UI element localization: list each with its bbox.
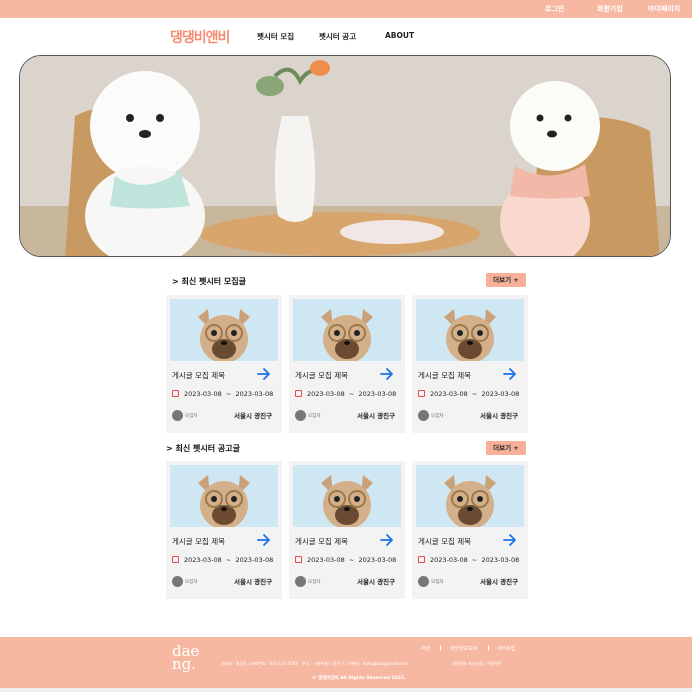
- post-card[interactable]: 게시글 모집 제목 2023-03-08 ~ 2023-03-08 모집자 서울시 광…: [289, 461, 405, 599]
- post-title[interactable]: 게시글 모집 제목: [418, 536, 471, 547]
- avatar: [418, 410, 429, 421]
- footer-sitemap-link[interactable]: 사이트맵: [497, 645, 515, 652]
- post-author: 모집자: [185, 580, 198, 585]
- arrow-right-icon[interactable]: [379, 532, 395, 546]
- post-author: 모집자: [308, 414, 321, 419]
- calendar-icon: [295, 390, 302, 397]
- post-end-date: 2023-03-08: [358, 556, 397, 564]
- post-start-date: 2023-03-08: [430, 556, 468, 564]
- post-title[interactable]: 게시글 모집 제목: [172, 370, 225, 381]
- signup-link[interactable]: 회원가입: [597, 4, 623, 14]
- post-author: 모집자: [185, 414, 198, 419]
- post-title[interactable]: 게시글 모집 제목: [418, 370, 471, 381]
- calendar-icon: [418, 390, 425, 397]
- post-start-date: 2023-03-08: [184, 556, 222, 564]
- nav-petsitter-notice[interactable]: 펫시터 공고: [319, 31, 356, 42]
- avatar: [172, 410, 183, 421]
- post-end-date: 2023-03-08: [235, 390, 274, 398]
- post-date-range: 2023-03-08 ~ 2023-03-08: [430, 556, 519, 564]
- post-date-range: 2023-03-08 ~ 2023-03-08: [307, 556, 396, 564]
- post-thumbnail[interactable]: [416, 465, 524, 527]
- post-location: 서울시 광진구: [357, 578, 396, 586]
- post-start-date: 2023-03-08: [307, 556, 345, 564]
- post-location: 서울시 광진구: [234, 412, 273, 420]
- arrow-right-icon[interactable]: [379, 366, 395, 380]
- post-thumbnail[interactable]: [170, 465, 278, 527]
- post-end-date: 2023-03-08: [481, 556, 520, 564]
- post-thumbnail[interactable]: [170, 299, 278, 361]
- post-location: 서울시 광진구: [357, 412, 396, 420]
- footer-copyright: © 댕댕비앤비 All Rights Reserved 2023.: [312, 676, 406, 681]
- site-logo[interactable]: 댕댕비앤비: [170, 27, 230, 47]
- post-card[interactable]: 게시글 모집 제목 2023-03-08 ~ 2023-03-08 모집자 서울시 광…: [166, 295, 282, 433]
- main-nav: 댕댕비앤비 펫시터 모집 펫시터 공고 ABOUT: [0, 18, 692, 54]
- post-date-range: 2023-03-08 ~ 2023-03-08: [184, 390, 273, 398]
- recruit-section-title: > 최신 펫시터 모집글: [172, 277, 246, 286]
- post-start-date: 2023-03-08: [307, 390, 345, 398]
- post-card[interactable]: 게시글 모집 제목 2023-03-08 ~ 2023-03-08 모집자 서울시 광…: [412, 461, 528, 599]
- login-link[interactable]: 로그인: [545, 4, 564, 14]
- post-author: 모집자: [431, 580, 444, 585]
- hero-banner-image: [19, 55, 671, 257]
- arrow-right-icon[interactable]: [502, 366, 518, 380]
- notice-more-button[interactable]: 더보기 +: [486, 441, 526, 455]
- calendar-icon: [172, 556, 179, 563]
- avatar: [295, 576, 306, 587]
- recruit-more-button[interactable]: 더보기 +: [486, 273, 526, 287]
- post-thumbnail[interactable]: [293, 299, 401, 361]
- arrow-right-icon[interactable]: [502, 532, 518, 546]
- post-title[interactable]: 게시글 모집 제목: [295, 370, 348, 381]
- arrow-right-icon[interactable]: [256, 366, 272, 380]
- post-card[interactable]: 게시글 모집 제목 2023-03-08 ~ 2023-03-08 모집자 서울시 광…: [289, 295, 405, 433]
- footer-info-mid: 주소 : 서울특별시 광진구 | 이메일 : daengbnb@gmail.co…: [302, 661, 408, 666]
- post-date-range: 2023-03-08 ~ 2023-03-08: [307, 390, 396, 398]
- top-bar: 로그인 회원가입 마이페이지: [0, 0, 692, 18]
- footer: dae ng. 약관 개인정보보호 사이트맵 대표자 : 홍길동 | 대표번호 …: [0, 637, 692, 688]
- calendar-icon: [295, 556, 302, 563]
- post-title[interactable]: 게시글 모집 제목: [172, 536, 225, 547]
- post-date-range: 2023-03-08 ~ 2023-03-08: [184, 556, 273, 564]
- post-title[interactable]: 게시글 모집 제목: [295, 536, 348, 547]
- footer-separator: [488, 645, 489, 651]
- post-author: 모집자: [308, 580, 321, 585]
- calendar-icon: [172, 390, 179, 397]
- post-end-date: 2023-03-08: [481, 390, 520, 398]
- avatar: [295, 410, 306, 421]
- footer-privacy-link[interactable]: 개인정보보호: [450, 645, 478, 652]
- post-location: 서울시 광진구: [480, 412, 519, 420]
- footer-bottom-strip: [0, 688, 692, 692]
- mypage-link[interactable]: 마이페이지: [648, 4, 680, 14]
- arrow-right-icon[interactable]: [256, 532, 272, 546]
- post-start-date: 2023-03-08: [430, 390, 468, 398]
- footer-terms-link[interactable]: 약관: [421, 645, 430, 652]
- post-start-date: 2023-03-08: [184, 390, 222, 398]
- footer-logo-line2: ng.: [172, 655, 197, 673]
- footer-logo[interactable]: dae ng.: [172, 644, 199, 673]
- post-location: 서울시 광진구: [480, 578, 519, 586]
- nav-about[interactable]: ABOUT: [385, 31, 414, 40]
- post-author: 모집자: [431, 414, 444, 419]
- post-card[interactable]: 게시글 모집 제목 2023-03-08 ~ 2023-03-08 모집자 서울시 광…: [166, 461, 282, 599]
- footer-info-left: 대표자 : 홍길동 | 대표번호 : 010-123-4567: [221, 661, 298, 666]
- calendar-icon: [418, 556, 425, 563]
- post-thumbnail[interactable]: [293, 465, 401, 527]
- post-card[interactable]: 게시글 모집 제목 2023-03-08 ~ 2023-03-08 모집자 서울시 광…: [412, 295, 528, 433]
- footer-separator: [440, 645, 441, 651]
- footer-info-right: 개인정보 처리방침 | 이용약관: [452, 661, 502, 666]
- avatar: [418, 576, 429, 587]
- post-end-date: 2023-03-08: [358, 390, 397, 398]
- post-end-date: 2023-03-08: [235, 556, 274, 564]
- avatar: [172, 576, 183, 587]
- nav-petsitter-recruit[interactable]: 펫시터 모집: [257, 31, 294, 42]
- post-thumbnail[interactable]: [416, 299, 524, 361]
- post-location: 서울시 광진구: [234, 578, 273, 586]
- notice-section-title: > 최신 펫시터 공고글: [166, 444, 240, 453]
- post-date-range: 2023-03-08 ~ 2023-03-08: [430, 390, 519, 398]
- dogs-photo: [20, 56, 670, 256]
